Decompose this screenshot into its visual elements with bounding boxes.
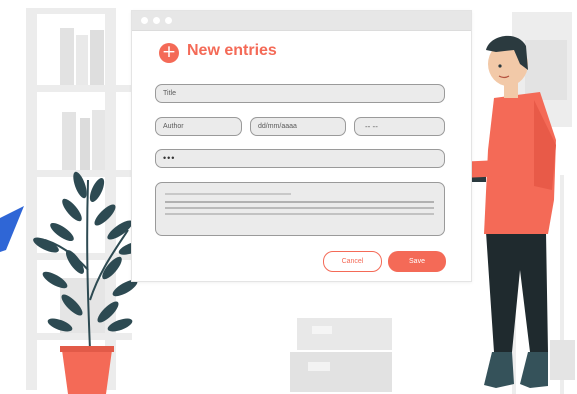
bookshelf: [26, 8, 132, 390]
blue-shape: [0, 206, 24, 252]
date-field[interactable]: dd/mm/aaaa: [250, 117, 346, 136]
author-field[interactable]: Author: [155, 117, 242, 136]
cancel-button[interactable]: Cancel: [323, 251, 382, 272]
window-dot-icon[interactable]: [165, 17, 172, 24]
time-field[interactable]: -- --: [354, 117, 445, 136]
password-field[interactable]: •••: [155, 149, 445, 168]
title-field[interactable]: Title: [155, 84, 445, 103]
page-title: New entries: [187, 42, 277, 59]
storage-boxes: [290, 318, 392, 392]
plant-pot: [62, 350, 112, 394]
window-dot-icon[interactable]: [153, 17, 160, 24]
description-textarea[interactable]: [155, 182, 445, 236]
plus-icon[interactable]: +: [159, 43, 179, 63]
text-lines: [165, 193, 434, 215]
window-dot-icon[interactable]: [141, 17, 148, 24]
window-titlebar: [132, 11, 471, 31]
new-entry-window: + New entries Title Author dd/mm/aaaa --…: [131, 10, 472, 282]
illustration-scene: + New entries Title Author dd/mm/aaaa --…: [0, 0, 577, 394]
save-button[interactable]: Save: [388, 251, 446, 272]
